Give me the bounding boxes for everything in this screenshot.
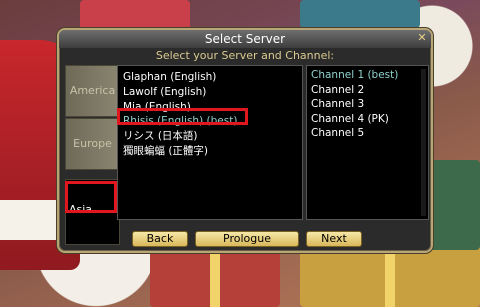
- gift-ribbon: [210, 250, 220, 307]
- server-list: Glaphan (English) Lawolf (English) Mia (…: [117, 65, 303, 220]
- channel-list: Channel 1 (best) Channel 2 Channel 3 Cha…: [306, 65, 429, 220]
- channel-item[interactable]: Channel 4 (PK): [311, 113, 389, 126]
- channel-item-selected[interactable]: Channel 1 (best): [311, 69, 398, 82]
- prologue-button[interactable]: Prologue: [195, 231, 299, 247]
- dialog-title: Select Server: [59, 30, 431, 48]
- channel-scrollbar[interactable]: [421, 69, 426, 216]
- dialog-subtitle: Select your Server and Channel:: [155, 49, 335, 62]
- server-item-selected[interactable]: Rhisis (English) (best): [123, 115, 237, 128]
- server-item[interactable]: Glaphan (English): [123, 71, 216, 84]
- back-button[interactable]: Back: [132, 231, 188, 247]
- server-item[interactable]: Lawolf (English): [123, 86, 206, 99]
- server-item[interactable]: リシス (日本語): [123, 130, 198, 143]
- channel-item[interactable]: Channel 2: [311, 84, 364, 97]
- region-tab-america[interactable]: America: [65, 65, 120, 117]
- region-tabs: America Europe Asia: [65, 65, 120, 245]
- close-icon[interactable]: ✕: [416, 32, 428, 44]
- region-tab-asia[interactable]: Asia: [65, 179, 120, 245]
- channel-item[interactable]: Channel 3: [311, 98, 364, 111]
- region-tab-europe[interactable]: Europe: [65, 118, 120, 170]
- gift-ribbon: [385, 245, 395, 307]
- server-item[interactable]: 獨眼蝙蝠 (正體字): [123, 145, 208, 158]
- select-server-dialog: Select Server ✕ Select your Server and C…: [57, 28, 433, 253]
- gift-box: [80, 0, 190, 30]
- next-button[interactable]: Next: [306, 231, 362, 247]
- server-item[interactable]: Mia (English): [123, 101, 191, 114]
- channel-item[interactable]: Channel 5: [311, 127, 364, 140]
- gift-box: [300, 0, 420, 28]
